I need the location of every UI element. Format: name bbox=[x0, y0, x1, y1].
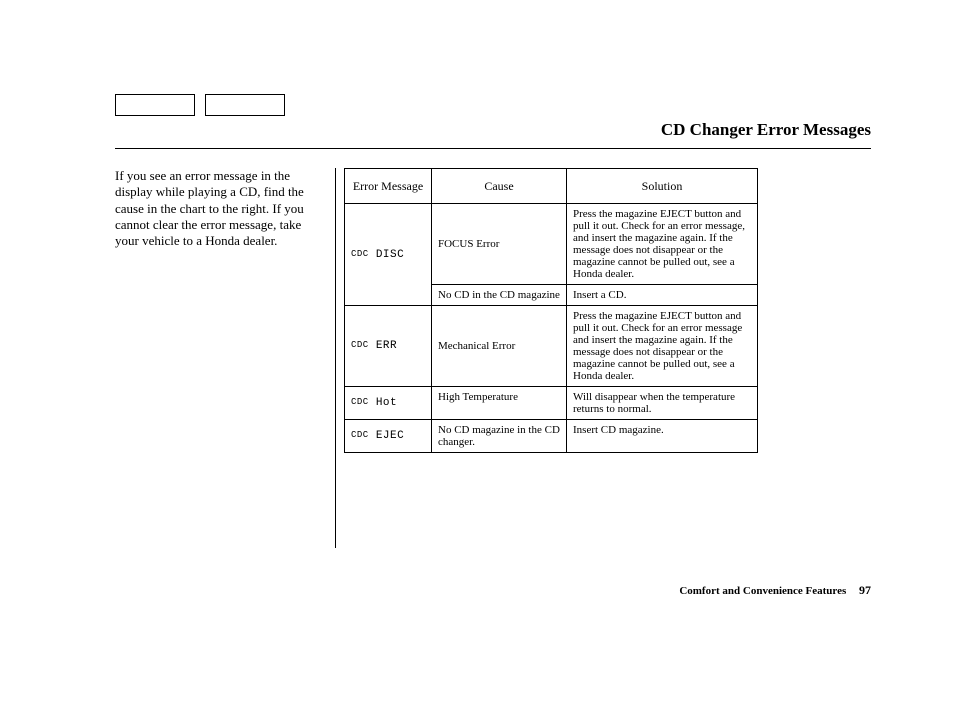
table-row: CDC Hot High Temperature Will disappear … bbox=[345, 387, 758, 420]
display-prefix: CDC bbox=[351, 340, 369, 350]
top-tabs bbox=[115, 94, 291, 116]
display-ejec: CDC EJEC bbox=[345, 420, 432, 453]
table-row: CDC EJEC No CD magazine in the CD change… bbox=[345, 420, 758, 453]
content: If you see an error message in the displ… bbox=[115, 168, 871, 548]
display-prefix: CDC bbox=[351, 430, 369, 440]
cell-cause: High Temperature bbox=[432, 387, 567, 420]
page-number: 97 bbox=[859, 583, 871, 597]
display-err: CDC ERR bbox=[345, 306, 432, 387]
tab-placeholder-1 bbox=[115, 94, 195, 116]
display-main: Hot bbox=[376, 397, 397, 409]
table-header-row: Error Message Cause Solution bbox=[345, 169, 758, 204]
cell-solution: Press the magazine EJECT button and pull… bbox=[567, 204, 758, 285]
title-row: CD Changer Error Messages bbox=[115, 120, 871, 149]
table-row: CDC ERR Mechanical Error Press the magaz… bbox=[345, 306, 758, 387]
section-label: Comfort and Convenience Features bbox=[679, 585, 846, 597]
error-table-container: Error Message Cause Solution CDC DISC FO… bbox=[335, 168, 758, 548]
page-footer: Comfort and Convenience Features 97 bbox=[679, 583, 871, 598]
intro-text: If you see an error message in the displ… bbox=[115, 168, 321, 249]
display-main: EJEC bbox=[376, 430, 404, 442]
cell-solution: Insert CD magazine. bbox=[567, 420, 758, 453]
cell-solution: Insert a CD. bbox=[567, 285, 758, 306]
tab-placeholder-2 bbox=[205, 94, 285, 116]
cell-cause: Mechanical Error bbox=[432, 306, 567, 387]
col-error-message: Error Message bbox=[345, 169, 432, 204]
cell-cause: No CD magazine in the CD changer. bbox=[432, 420, 567, 453]
col-cause: Cause bbox=[432, 169, 567, 204]
col-solution: Solution bbox=[567, 169, 758, 204]
table-row: CDC DISC FOCUS Error Press the magazine … bbox=[345, 204, 758, 285]
display-main: DISC bbox=[376, 249, 404, 261]
cell-cause: No CD in the CD magazine bbox=[432, 285, 567, 306]
cell-cause: FOCUS Error bbox=[432, 204, 567, 285]
page-title: CD Changer Error Messages bbox=[661, 120, 871, 140]
display-disc: CDC DISC bbox=[345, 204, 432, 306]
display-main: ERR bbox=[376, 340, 397, 352]
display-hot: CDC Hot bbox=[345, 387, 432, 420]
display-prefix: CDC bbox=[351, 249, 369, 259]
cell-solution: Press the magazine EJECT button and pull… bbox=[567, 306, 758, 387]
display-prefix: CDC bbox=[351, 397, 369, 407]
cell-solution: Will disappear when the temperature retu… bbox=[567, 387, 758, 420]
error-table: Error Message Cause Solution CDC DISC FO… bbox=[344, 168, 758, 453]
